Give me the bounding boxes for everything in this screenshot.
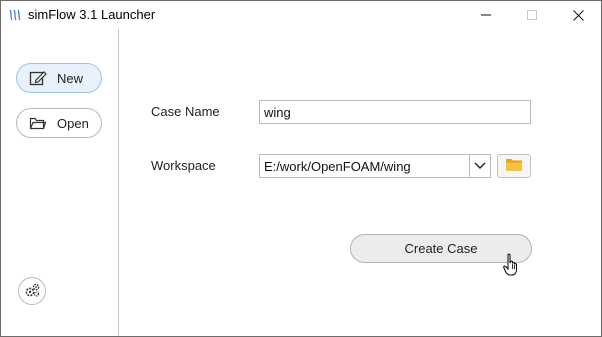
settings-button[interactable]: [18, 277, 46, 305]
create-case-label: Create Case: [404, 241, 478, 256]
workspace-label: Workspace: [151, 158, 216, 173]
folder-outline-icon: [29, 115, 49, 131]
chevron-down-icon[interactable]: [469, 155, 490, 177]
window-title: simFlow 3.1 Launcher: [28, 7, 156, 22]
new-button[interactable]: New: [16, 63, 102, 93]
close-icon: [572, 9, 584, 21]
minimize-button[interactable]: [463, 1, 509, 29]
sidebar: New Open: [1, 29, 119, 336]
close-button[interactable]: [555, 1, 601, 29]
edit-icon: [29, 70, 49, 86]
maximize-icon: [527, 10, 537, 20]
browse-workspace-button[interactable]: [497, 154, 531, 178]
minimize-icon: [481, 10, 491, 20]
maximize-button[interactable]: [509, 1, 555, 29]
case-name-label: Case Name: [151, 104, 220, 119]
launcher-window: simFlow 3.1 Launcher New Open Case Name …: [0, 0, 602, 337]
title-bar[interactable]: simFlow 3.1 Launcher: [1, 1, 601, 29]
workspace-select[interactable]: E:/work/OpenFOAM/wing: [259, 154, 491, 178]
open-button[interactable]: Open: [16, 108, 102, 138]
case-name-input[interactable]: [259, 100, 531, 124]
create-case-button[interactable]: Create Case: [350, 234, 532, 263]
folder-icon: [505, 157, 523, 175]
new-button-label: New: [57, 70, 84, 86]
workspace-value: E:/work/OpenFOAM/wing: [264, 158, 411, 174]
simflow-logo-icon: [8, 8, 22, 22]
gears-icon: [23, 282, 41, 301]
open-button-label: Open: [57, 115, 89, 131]
